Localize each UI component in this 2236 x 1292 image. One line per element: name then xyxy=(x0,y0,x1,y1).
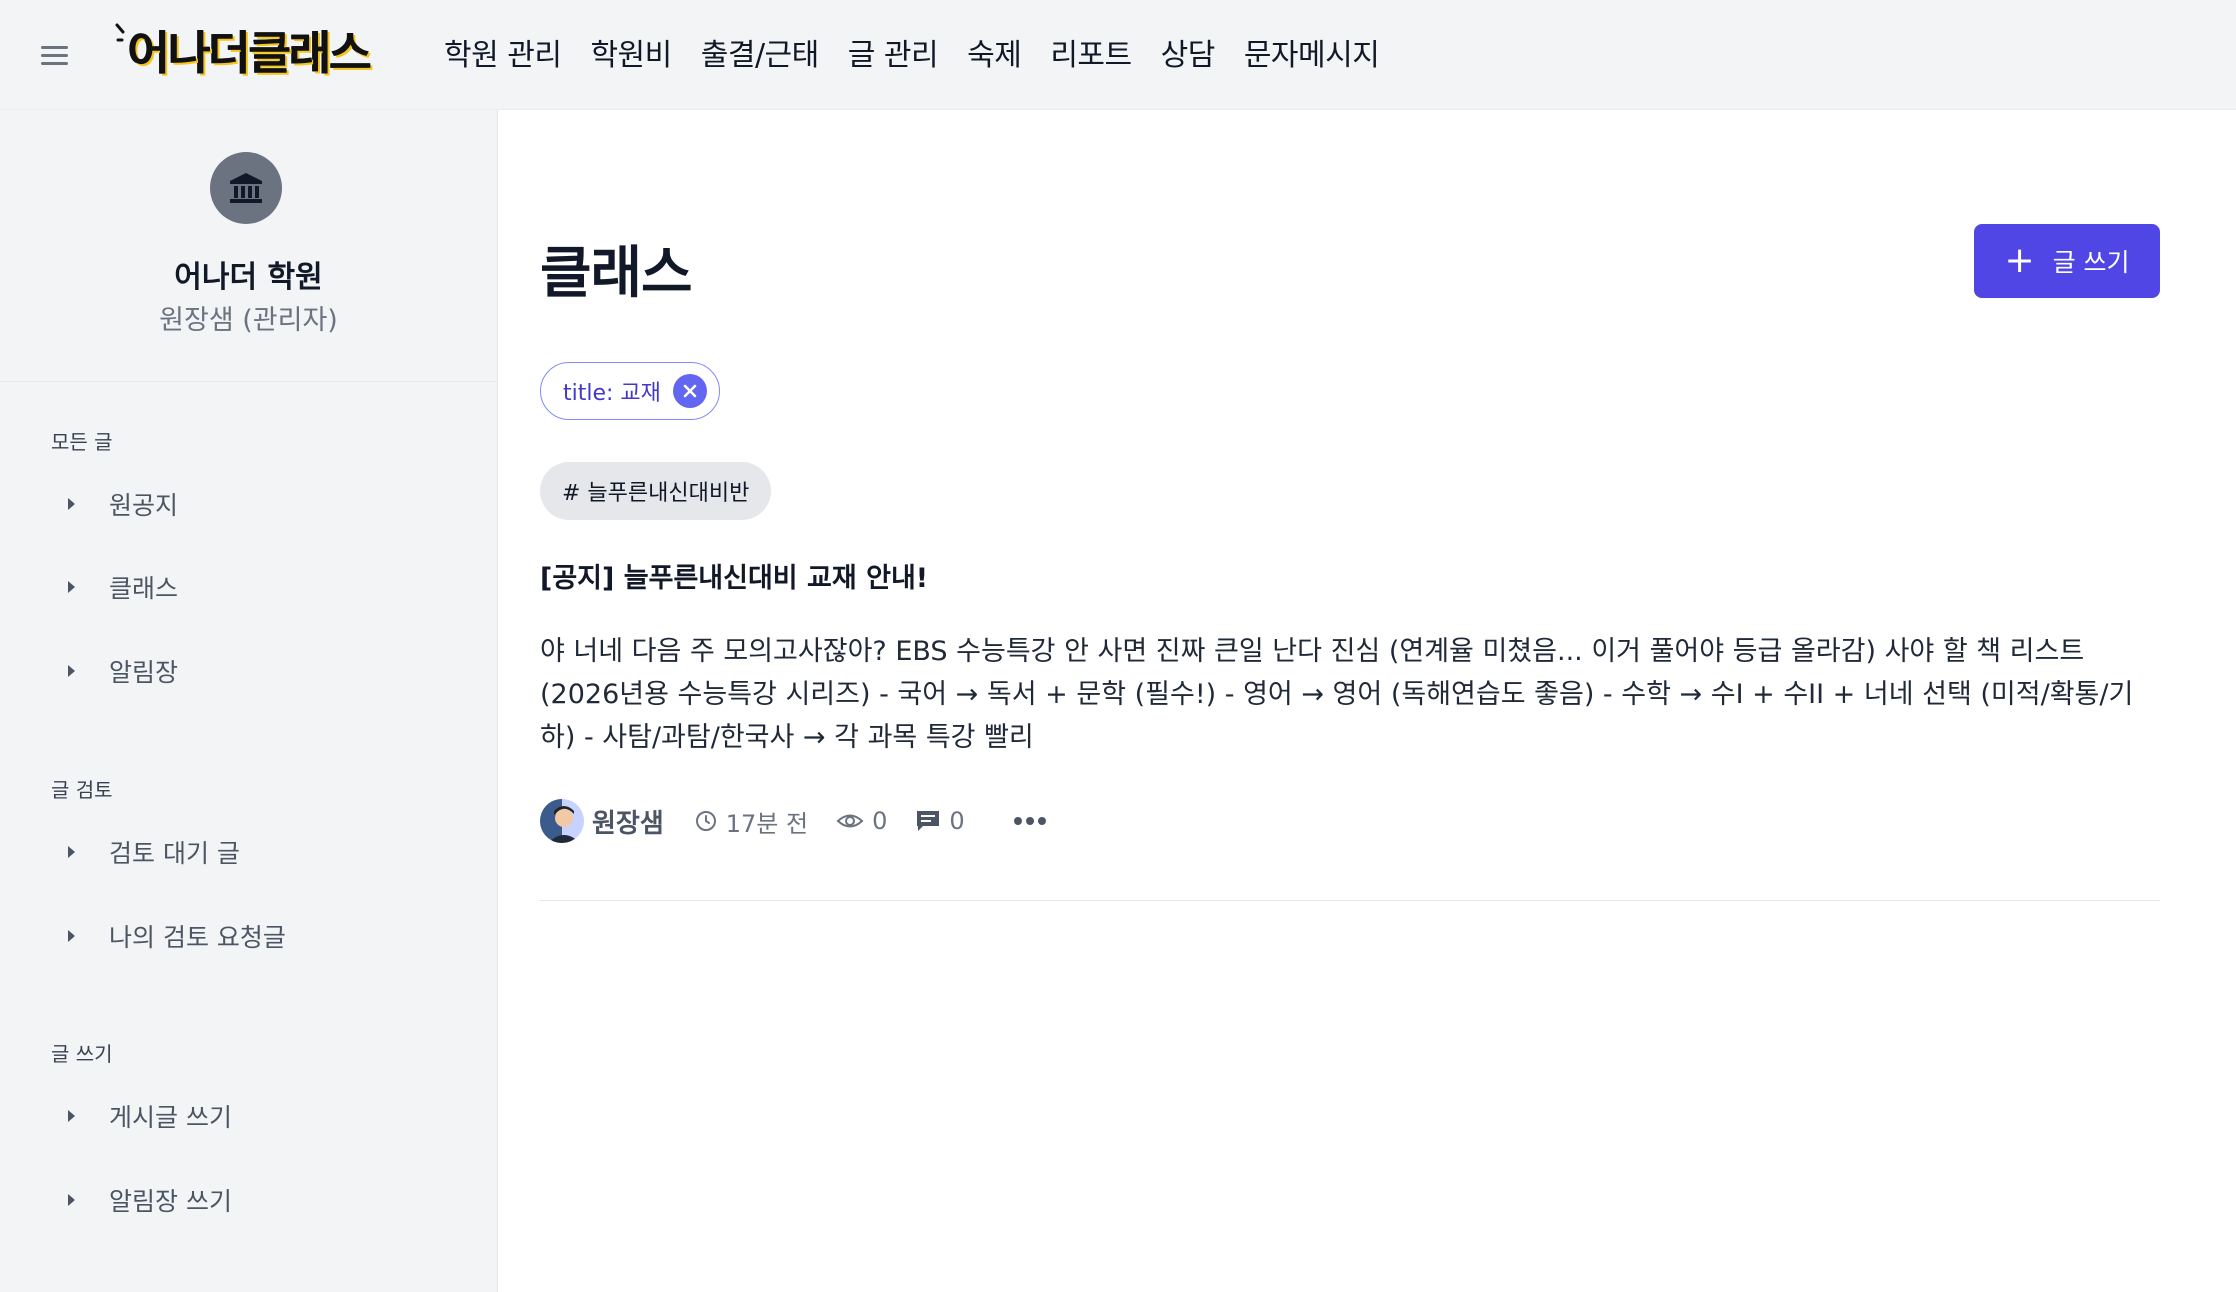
sidebar-item-label: 알림장 쓰기 xyxy=(109,1187,232,1216)
caret-right-icon xyxy=(68,581,75,593)
logo[interactable]: 어나더클래스 xyxy=(114,18,372,82)
post-time: 17분 전 xyxy=(694,804,808,839)
top-nav: 학원 관리 학원비 출결/근태 글 관리 숙제 리포트 상담 문자메시지 xyxy=(444,0,1408,104)
more-options-icon[interactable] xyxy=(1013,816,1047,826)
sidebar-item-label: 알림장 xyxy=(109,658,179,687)
sidebar-item-notice[interactable]: 원공지 xyxy=(68,484,178,524)
nav-report[interactable]: 리포트 xyxy=(1050,30,1132,74)
divider xyxy=(540,900,2160,901)
sidebar: 어나더 학원 원장샘 (관리자) 모든 글 원공지 클래스 알림장 글 검토 검… xyxy=(0,110,498,1292)
caret-right-icon xyxy=(68,1194,75,1206)
sidebar-item-label: 클래스 xyxy=(109,574,179,603)
filter-chip-label: title: 교재 xyxy=(563,381,661,406)
comment-icon xyxy=(917,811,940,831)
sidebar-item-pending-review[interactable]: 검토 대기 글 xyxy=(68,832,240,872)
nav-attendance[interactable]: 출결/근태 xyxy=(701,30,820,74)
close-icon[interactable] xyxy=(672,374,707,408)
comment-count[interactable]: 0 xyxy=(915,807,965,835)
section-title-write: 글 쓰기 xyxy=(51,1042,113,1066)
nav-academy-management[interactable]: 학원 관리 xyxy=(444,30,562,74)
post-meta: 원장샘 17분 전 0 0 xyxy=(540,798,1047,844)
view-count-text: 0 xyxy=(872,807,888,835)
avatar xyxy=(540,799,584,843)
post-time-text: 17분 전 xyxy=(725,809,809,838)
class-tag[interactable]: # 늘푸른내신대비반 xyxy=(540,462,772,520)
nav-text-message[interactable]: 문자메시지 xyxy=(1244,30,1380,74)
sidebar-item-write-post[interactable]: 게시글 쓰기 xyxy=(68,1096,232,1136)
sidebar-item-label: 게시글 쓰기 xyxy=(109,1103,232,1132)
sidebar-item-my-review-requests[interactable]: 나의 검토 요청글 xyxy=(68,916,286,956)
view-count: 0 xyxy=(836,807,887,835)
author-name[interactable]: 원장샘 xyxy=(592,803,664,840)
nav-consultation[interactable]: 상담 xyxy=(1161,30,1216,74)
org-profile: 어나더 학원 원장샘 (관리자) xyxy=(0,110,497,382)
caret-right-icon xyxy=(68,930,75,942)
plus-icon: + xyxy=(2004,240,2035,281)
menu-icon[interactable] xyxy=(38,40,72,70)
caret-right-icon xyxy=(68,1110,75,1122)
write-button-label: 글 쓰기 xyxy=(2052,248,2130,277)
sidebar-item-class[interactable]: 클래스 xyxy=(68,567,178,607)
post-body: 야 너네 다음 주 모의고사잖아? EBS 수능특강 안 사면 진짜 큰일 난다… xyxy=(540,636,2134,753)
eye-icon xyxy=(836,814,864,828)
caret-right-icon xyxy=(68,846,75,858)
caret-right-icon xyxy=(68,498,75,510)
clock-icon xyxy=(695,811,716,831)
section-title-all-posts: 모든 글 xyxy=(51,430,113,454)
sidebar-item-label: 원공지 xyxy=(109,491,179,520)
org-role: 원장샘 (관리자) xyxy=(159,305,338,336)
filter-chip: title: 교재 xyxy=(540,362,720,420)
sidebar-item-write-notification[interactable]: 알림장 쓰기 xyxy=(68,1180,232,1220)
sidebar-item-label: 나의 검토 요청글 xyxy=(109,923,286,952)
org-name: 어나더 학원 xyxy=(174,260,323,295)
nav-post-management[interactable]: 글 관리 xyxy=(848,30,939,74)
top-bar: 어나더클래스 학원 관리 학원비 출결/근태 글 관리 숙제 리포트 상담 문자… xyxy=(0,0,2236,110)
comment-count-text: 0 xyxy=(949,807,965,835)
nav-homework[interactable]: 숙제 xyxy=(967,30,1022,74)
logo-text: 어나더클래스 xyxy=(128,26,372,80)
main-content: 클래스 + 글 쓰기 title: 교재 # 늘푸른내신대비반 [공지] 늘푸른… xyxy=(498,110,2236,1292)
sidebar-item-label: 검토 대기 글 xyxy=(109,839,240,868)
logo-spark-icon xyxy=(115,23,125,42)
academy-building-icon xyxy=(210,152,282,224)
write-post-button[interactable]: + 글 쓰기 xyxy=(1974,224,2160,298)
caret-right-icon xyxy=(68,665,75,677)
page-title: 클래스 xyxy=(540,241,693,306)
section-title-post-review: 글 검토 xyxy=(51,778,113,802)
nav-tuition[interactable]: 학원비 xyxy=(590,30,672,74)
post-title[interactable]: [공지] 늘푸른내신대비 교재 안내! xyxy=(540,556,928,595)
sidebar-item-notification[interactable]: 알림장 xyxy=(68,651,178,691)
